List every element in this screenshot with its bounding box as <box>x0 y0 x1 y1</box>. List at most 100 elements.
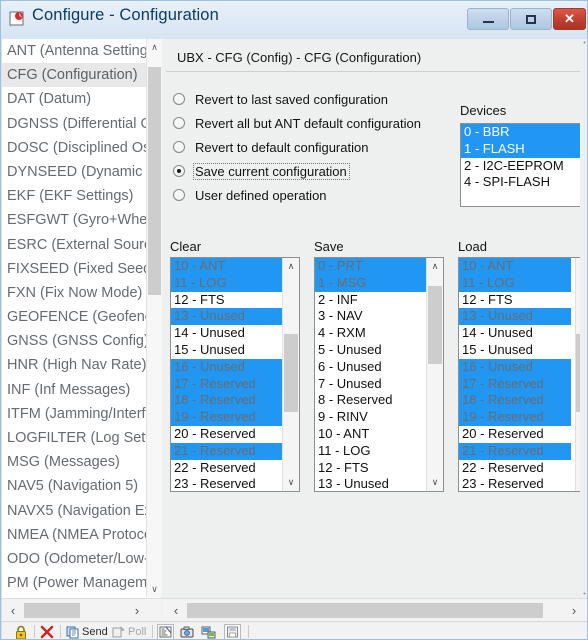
sidebar-item-nav5[interactable]: NAV5 (Navigation 5) <box>2 474 146 498</box>
list-item[interactable]: 21 - Reserved <box>459 442 571 460</box>
main-hscroll-thumb[interactable] <box>187 603 543 618</box>
sidebar-vscroll-thumb[interactable] <box>148 67 161 295</box>
chevron-down-icon[interactable]: ∨ <box>283 474 299 491</box>
chevron-down-icon[interactable]: ∨ <box>147 581 162 597</box>
list-item[interactable]: 16 - Unused <box>171 358 283 376</box>
main-vertical-scrollbar[interactable]: • • <box>580 39 587 599</box>
main-horizontal-scrollbar[interactable]: ‹ › <box>163 598 587 621</box>
camera-icon[interactable] <box>180 624 195 639</box>
chevron-up-icon[interactable]: ∧ <box>283 258 299 275</box>
list-item[interactable]: 18 - Reserved <box>459 392 571 410</box>
list-item[interactable]: 12 - FTS <box>459 292 571 309</box>
list-item[interactable]: 22 - Reserved <box>171 460 283 477</box>
list-item[interactable]: 0 - PRT <box>315 258 427 275</box>
sidebar-item-fxn[interactable]: FXN (Fix Now Mode) <box>2 281 146 305</box>
radio-option-1[interactable]: Revert all but ANT default configuration <box>173 111 463 135</box>
list-item[interactable]: 8 - Reserved <box>315 392 427 409</box>
radio-option-3[interactable]: Save current configuration <box>173 159 463 183</box>
sidebar-list[interactable]: ANT (Antenna Settings CFG (Configuration)… <box>2 39 146 597</box>
sidebar-item-fixseed[interactable]: FIXSEED (Fixed Seed) <box>2 257 146 281</box>
sidebar-item-esfgwt[interactable]: ESFGWT (Gyro+Wheelt <box>2 208 146 232</box>
sidebar-item-dosc[interactable]: DOSC (Disciplined Osc <box>2 136 146 160</box>
chevron-left-icon[interactable]: ‹ <box>2 599 24 621</box>
sidebar-item-hnr[interactable]: HNR (High Nav Rate) <box>2 353 146 377</box>
minimize-button[interactable] <box>467 8 509 30</box>
save-vertical-scrollbar[interactable]: ∧ ∨ <box>426 258 443 491</box>
list-item[interactable]: 14 - Unused <box>459 325 571 342</box>
sidebar-item-geofence[interactable]: GEOFENCE (Geofence <box>2 305 146 329</box>
binary-view-icon[interactable] <box>157 624 174 639</box>
list-item[interactable]: 13 - Unused <box>459 308 571 326</box>
radio-option-2[interactable]: Revert to default configuration <box>173 135 463 159</box>
device-item[interactable]: 2 - I2C-EEPROM <box>461 158 581 175</box>
sidebar-item-pm[interactable]: PM (Power Manageme <box>2 571 146 595</box>
list-item[interactable]: 19 - Reserved <box>171 409 283 426</box>
list-item[interactable]: 5 - Unused <box>315 342 427 359</box>
list-item[interactable]: 9 - RINV <box>315 409 427 426</box>
poll-button[interactable]: Poll <box>112 624 146 639</box>
radio-option-4[interactable]: User defined operation <box>173 183 463 207</box>
sidebar-item-cfg[interactable]: CFG (Configuration) <box>2 63 146 88</box>
list-item[interactable]: 17 - Reserved <box>171 375 283 393</box>
chevron-right-icon[interactable]: › <box>563 599 585 621</box>
list-item[interactable]: 23 - Reserved <box>171 476 283 491</box>
radio-option-0[interactable]: Revert to last saved configuration <box>173 87 463 111</box>
sidebar-item-inf[interactable]: INF (Inf Messages) <box>2 378 146 402</box>
chevron-down-icon[interactable]: ∨ <box>427 474 443 491</box>
load-list-items[interactable]: 10 - ANT 11 - LOG 12 - FTS 13 - Unused 14 - … <box>459 258 571 491</box>
sidebar-item-dynseed[interactable]: DYNSEED (Dynamic Se <box>2 160 146 184</box>
list-item[interactable]: 6 - Unused <box>315 359 427 376</box>
sidebar-item-dat[interactable]: DAT (Datum) <box>2 87 146 111</box>
sidebar-item-navx5[interactable]: NAVX5 (Navigation Exp <box>2 499 146 523</box>
list-item[interactable]: 19 - Reserved <box>459 409 571 426</box>
clear-vertical-scrollbar[interactable]: ∧ ∨ <box>282 258 299 491</box>
sidebar-item-msg[interactable]: MSG (Messages) <box>2 450 146 474</box>
sidebar-hscroll-thumb[interactable] <box>24 603 80 618</box>
chevron-left-icon[interactable]: ‹ <box>165 599 187 621</box>
sidebar-item-itfm[interactable]: ITFM (Jamming/Interfe <box>2 402 146 426</box>
sidebar-item-nmea[interactable]: NMEA (NMEA Protoco <box>2 523 146 547</box>
list-item[interactable]: 10 - ANT <box>315 426 427 443</box>
load-listbox[interactable]: 10 - ANT 11 - LOG 12 - FTS 13 - Unused 14 - … <box>458 257 587 492</box>
clear-vscroll-thumb[interactable] <box>284 334 298 412</box>
save-list-items[interactable]: 0 - PRT 1 - MSG 2 - INF 3 - NAV 4 - RXM 5 - U… <box>315 258 427 491</box>
list-item[interactable]: 22 - Reserved <box>459 460 571 477</box>
clear-listbox[interactable]: 10 - ANT 11 - LOG 12 - FTS 13 - Unused 14 - … <box>170 257 300 492</box>
list-item[interactable]: 20 - Reserved <box>171 426 283 443</box>
list-item[interactable]: 14 - Unused <box>171 325 283 342</box>
list-item[interactable]: 15 - Unused <box>459 342 571 359</box>
list-item[interactable]: 12 - FTS <box>315 460 427 477</box>
list-item[interactable]: 16 - Unused <box>459 358 571 376</box>
red-x-icon[interactable] <box>40 624 54 639</box>
device-item[interactable]: 4 - SPI-FLASH <box>461 174 581 191</box>
clear-list-items[interactable]: 10 - ANT 11 - LOG 12 - FTS 13 - Unused 14 - … <box>171 258 283 491</box>
list-item[interactable]: 11 - LOG <box>315 443 427 460</box>
sidebar-item-logfilter[interactable]: LOGFILTER (Log Settin <box>2 426 146 450</box>
sidebar-item-odo[interactable]: ODO (Odometer/Low-S <box>2 547 146 571</box>
list-item[interactable]: 13 - Unused <box>315 476 427 491</box>
list-item[interactable]: 13 - Unused <box>171 308 283 326</box>
list-item[interactable]: 3 - NAV <box>315 308 427 325</box>
list-item[interactable]: 20 - Reserved <box>459 426 571 443</box>
sidebar-vertical-scrollbar[interactable]: ∧ ∨ <box>146 39 162 597</box>
list-item[interactable]: 10 - ANT <box>459 258 571 275</box>
list-item[interactable]: 11 - LOG <box>171 274 283 292</box>
network-icon[interactable] <box>201 624 217 639</box>
chevron-up-icon[interactable]: ∧ <box>147 39 162 55</box>
list-item[interactable]: 1 - MSG <box>315 274 427 292</box>
list-item[interactable]: 7 - Unused <box>315 376 427 393</box>
list-item[interactable]: 23 - Reserved <box>459 476 571 491</box>
sidebar-item-dgnss[interactable]: DGNSS (Differential GN <box>2 112 146 136</box>
list-item[interactable]: 4 - RXM <box>315 325 427 342</box>
list-item[interactable]: 11 - LOG <box>459 274 571 292</box>
chevron-down-icon[interactable]: • <box>582 591 587 598</box>
devices-listbox[interactable]: 0 - BBR 1 - FLASH 2 - I2C-EEPROM 4 - SPI-FL… <box>460 123 582 207</box>
sidebar-item-esrc[interactable]: ESRC (External Source <box>2 233 146 257</box>
device-item[interactable]: 0 - BBR <box>461 124 581 141</box>
list-item[interactable]: 21 - Reserved <box>171 442 283 460</box>
list-item[interactable]: 17 - Reserved <box>459 375 571 393</box>
list-item[interactable]: 10 - ANT <box>171 258 283 275</box>
device-item[interactable]: 1 - FLASH <box>461 140 581 158</box>
list-item[interactable]: 2 - INF <box>315 292 427 309</box>
save-listbox[interactable]: 0 - PRT 1 - MSG 2 - INF 3 - NAV 4 - RXM 5 - U… <box>314 257 444 492</box>
